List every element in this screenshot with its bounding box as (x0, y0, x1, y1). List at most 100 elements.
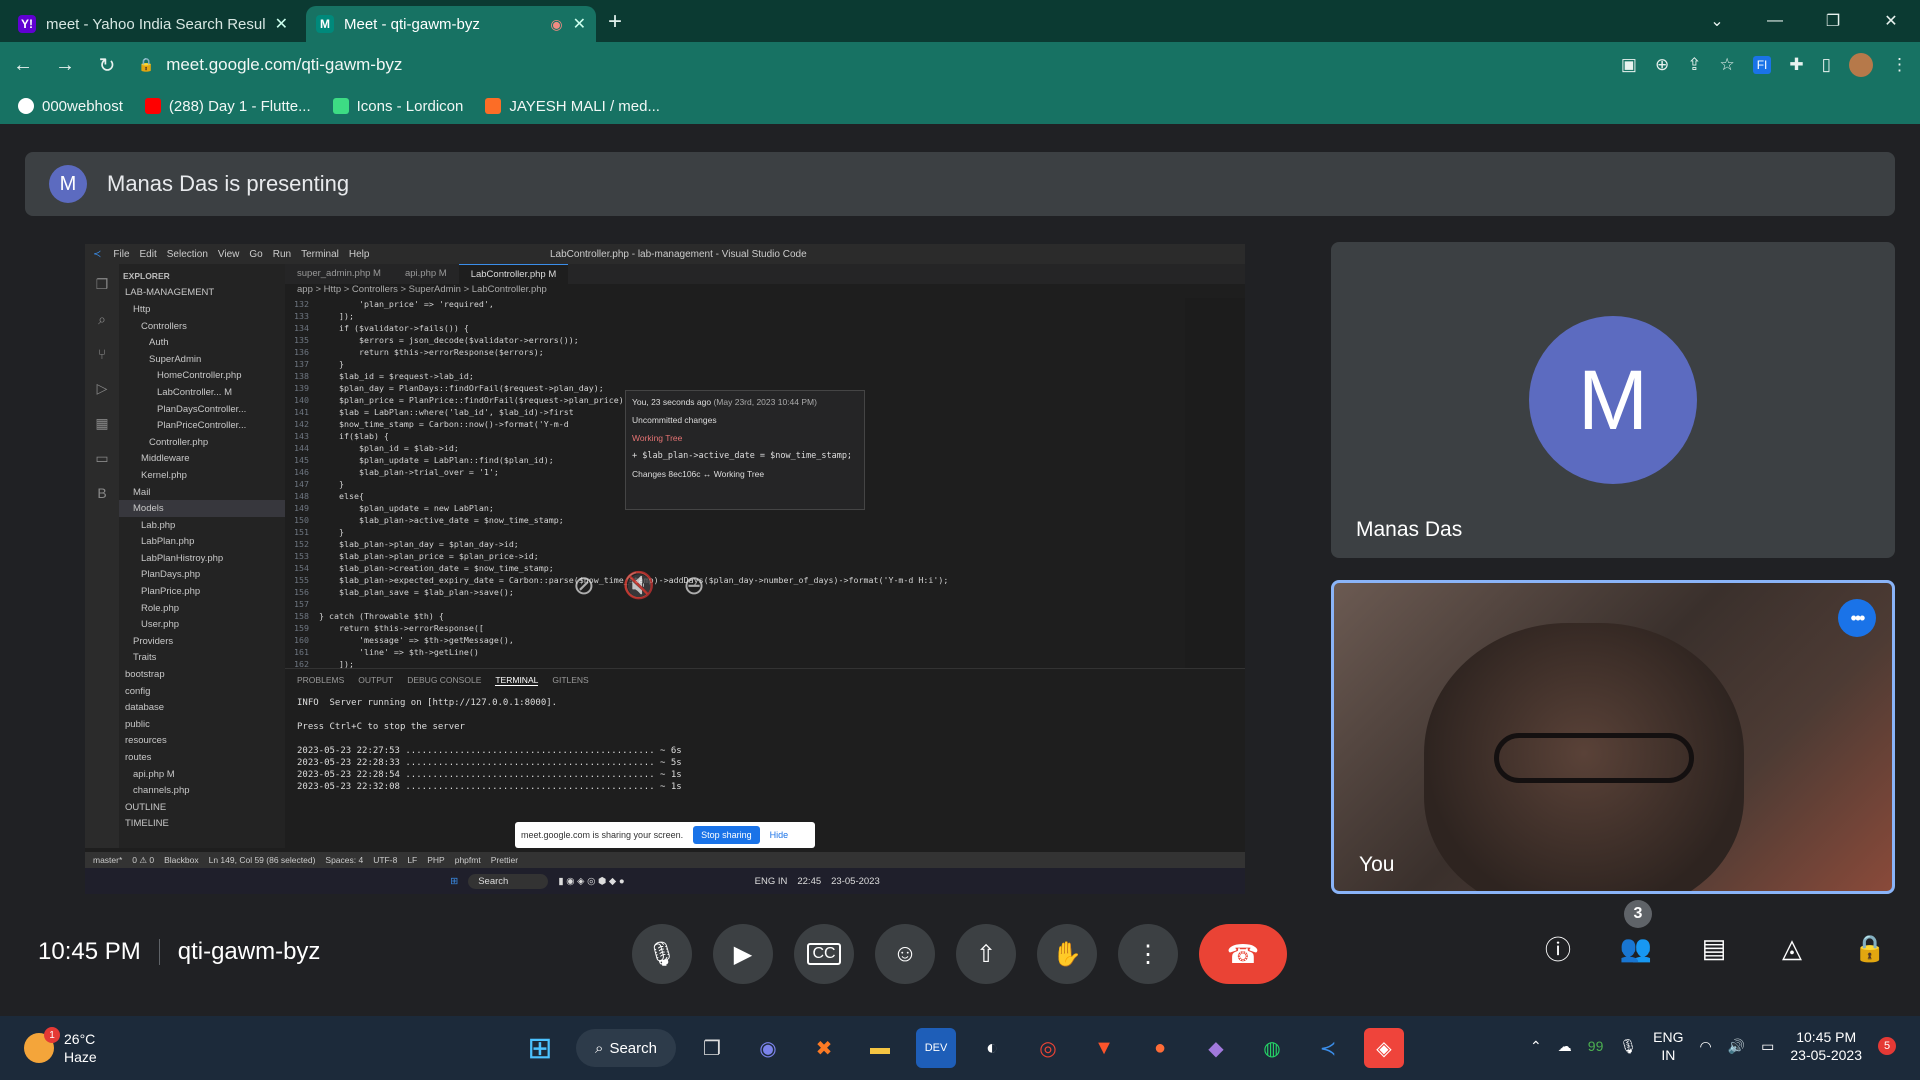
taskbar-search[interactable]: ⌕ Search (576, 1029, 676, 1067)
terminal-line: INFO Server running on [http://127.0.0.1… (297, 698, 558, 708)
mongodb-icon[interactable]: ◐ (972, 1028, 1012, 1068)
anydesk-icon[interactable]: ◈ (1364, 1028, 1404, 1068)
tab-title: Meet - qti-gawm-byz (344, 15, 480, 33)
share-icon[interactable]: ⇪ (1687, 55, 1701, 75)
line-number: 156 (294, 587, 309, 597)
forward-icon[interactable]: → (54, 54, 76, 77)
terminal-line: 2023-05-23 22:28:33 ....................… (297, 758, 682, 768)
whatsapp-icon[interactable]: ◍ (1252, 1028, 1292, 1068)
wifi-icon[interactable]: ◠ (1699, 1038, 1711, 1055)
tab-meet[interactable]: M Meet - qti-gawm-byz ◉ ✕ (306, 6, 596, 42)
bookmark-000webhost[interactable]: 000webhost (18, 98, 123, 115)
clock-time: 10:45 PM (1796, 1029, 1857, 1045)
chevron-up-icon[interactable]: ⌃ (1530, 1038, 1542, 1055)
hide-button[interactable]: Hide (770, 830, 789, 840)
camera-icon[interactable]: ▣ (1621, 55, 1637, 75)
participant-tile-presenter[interactable]: M Manas Das (1331, 242, 1895, 558)
vscode-window-title: LabController.php - lab-management - Vis… (550, 248, 807, 260)
remove-icon[interactable]: ⊖ (683, 570, 705, 601)
kebab-menu-icon[interactable]: ⋮ (1891, 55, 1908, 75)
camera-button[interactable]: ▶ (713, 924, 773, 984)
file-explorer-icon[interactable]: ▬ (860, 1028, 900, 1068)
people-button[interactable]: 3 👥 (1618, 900, 1654, 966)
lordicon-icon (332, 98, 349, 114)
onedrive-icon[interactable]: ☁ (1558, 1038, 1572, 1055)
tab-yahoo[interactable]: Y! meet - Yahoo India Search Result ✕ (8, 6, 298, 42)
restore-button[interactable]: ❐ (1804, 11, 1862, 31)
mute-icon[interactable]: 🔇 (623, 570, 655, 601)
new-tab-button[interactable]: + (608, 8, 622, 36)
present-button[interactable]: ⇧ (956, 924, 1016, 984)
extension-fi-icon[interactable]: FI (1752, 56, 1772, 74)
stop-sharing-button[interactable]: Stop sharing (693, 826, 760, 844)
close-icon[interactable]: ✕ (573, 14, 586, 34)
line-text: } catch (Throwable $th) { (319, 611, 444, 621)
explorer-item: Traits (133, 652, 157, 664)
extensions-icon: ▦ (95, 415, 109, 431)
bookmark-star-icon[interactable]: ☆ (1719, 55, 1734, 75)
microphone-button[interactable]: 🎙 (632, 924, 692, 984)
weather-widget[interactable]: 1 26°C Haze (24, 1027, 97, 1066)
microphone-tray-icon[interactable]: 🎙 (1619, 1038, 1637, 1055)
notification-badge[interactable]: 5 (1878, 1037, 1896, 1055)
address-bar[interactable]: 🔒 meet.google.com/qti-gawm-byz (138, 48, 1601, 82)
battery-icon[interactable]: ▭ (1761, 1038, 1774, 1055)
raise-hand-button[interactable]: ✋ (1037, 924, 1097, 984)
more-options-icon[interactable]: ••• (1838, 599, 1876, 637)
line-text: $lab_plan_save = $lab_plan->save(); (319, 587, 514, 597)
shared-screen: ≺ File Edit Selection View Go Run Terminal Help… (85, 244, 1245, 894)
clock[interactable]: 10:45 PM 23-05-2023 (1790, 1028, 1862, 1064)
task-view-icon[interactable]: ❐ (692, 1028, 732, 1068)
meet-stage: M Manas Das is presenting ≺ File Edit Sele… (0, 124, 1920, 1016)
xampp-icon[interactable]: ✖ (804, 1028, 844, 1068)
vscode-taskbar-icon[interactable]: ≺ (1308, 1028, 1348, 1068)
visual-studio-icon[interactable]: ◆ (1196, 1028, 1236, 1068)
bookmark-lordicon[interactable]: Icons - Lordicon (332, 98, 463, 115)
bookmark-gitlab[interactable]: JAYESH MALI / med... (485, 98, 660, 115)
close-icon[interactable]: ✕ (275, 14, 288, 34)
language-indicator[interactable]: ENG IN (1653, 1028, 1683, 1064)
line-text: ]); (319, 311, 354, 321)
host-controls-button[interactable]: 🔒 (1852, 930, 1888, 966)
pin-off-icon[interactable]: ⊘ (573, 570, 595, 601)
side-panel-icon[interactable]: ▯ (1822, 55, 1831, 75)
status-item: LF (407, 855, 418, 865)
leave-call-button[interactable]: ☎ (1199, 924, 1287, 984)
hover-diff: + $lab_plan->active_date = $now_time_sta… (632, 451, 853, 461)
line-text: $plan_update = new LabPlan; (319, 503, 494, 513)
minimize-button[interactable]: — (1746, 12, 1804, 30)
line-number: 153 (294, 551, 309, 561)
start-button[interactable]: ⊞ (520, 1028, 560, 1068)
reload-icon[interactable]: ↻ (96, 53, 118, 78)
explorer-item: User.php (141, 619, 180, 631)
code-line: 137 } (285, 358, 1185, 370)
meeting-details-button[interactable]: ⓘ (1540, 930, 1576, 966)
more-options-button[interactable]: ⋮ (1118, 924, 1178, 984)
puzzle-icon[interactable]: ✚ (1789, 55, 1803, 75)
yahoo-icon: Y! (18, 15, 36, 33)
participant-tile-self[interactable]: ••• You (1331, 580, 1895, 894)
bookmark-youtube[interactable]: (288) Day 1 - Flutte... (144, 98, 311, 115)
close-window-button[interactable]: ✕ (1862, 11, 1920, 31)
chrome-icon[interactable]: ◎ (1028, 1028, 1068, 1068)
brave-icon[interactable]: ▼ (1084, 1028, 1124, 1068)
status-item: Ln 149, Col 59 (86 selected) (208, 855, 316, 865)
back-icon[interactable]: ← (12, 54, 34, 77)
chat-button[interactable]: ▤ (1696, 930, 1732, 966)
teams-chat-icon[interactable]: ◉ (748, 1028, 788, 1068)
line-number: 138 (294, 371, 309, 381)
profile-avatar[interactable] (1849, 53, 1873, 77)
devtoys-icon[interactable]: DEV (916, 1028, 956, 1068)
volume-icon[interactable]: 🔊 (1728, 1038, 1745, 1055)
postman-icon[interactable]: ● (1140, 1028, 1180, 1068)
captions-button[interactable]: CC (794, 924, 854, 984)
line-number: 141 (294, 407, 309, 417)
line-number: 154 (294, 563, 309, 573)
reactions-button[interactable]: ☺ (875, 924, 935, 984)
explorer-item: TIMELINE (125, 818, 169, 830)
tab-search-icon[interactable]: ⌄ (1688, 11, 1746, 31)
activities-button[interactable]: ◬ (1774, 930, 1810, 966)
zoom-icon[interactable]: ⊕ (1655, 55, 1669, 75)
